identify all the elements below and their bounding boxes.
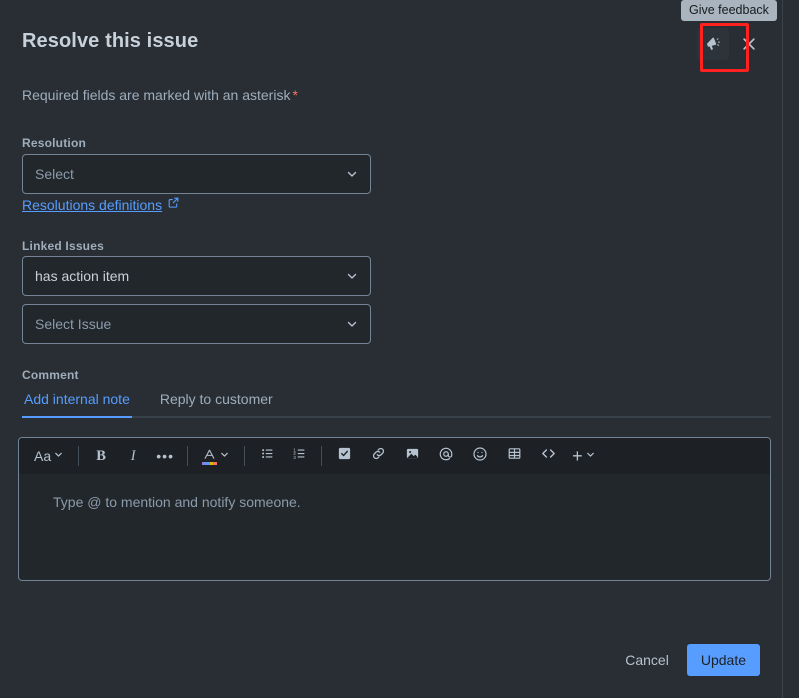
chevron-down-icon <box>345 167 359 181</box>
screen: Resolve this issue Give feedback Require… <box>0 0 799 698</box>
link-type-select-value: has action item <box>35 268 130 284</box>
text-color-button[interactable] <box>197 442 235 470</box>
image-button[interactable] <box>399 442 425 470</box>
numbered-list-icon: 1 2 3 <box>292 446 307 466</box>
give-feedback-tooltip: Give feedback <box>681 0 777 21</box>
table-icon <box>507 446 522 466</box>
cancel-button[interactable]: Cancel <box>613 645 681 675</box>
linked-issues-label: Linked Issues <box>22 239 104 253</box>
text-style-label: Aa <box>34 448 52 464</box>
tab-add-internal-note[interactable]: Add internal note <box>22 391 132 418</box>
give-feedback-button[interactable] <box>697 28 729 60</box>
comment-label: Comment <box>22 368 79 382</box>
editor-toolbar: Aa B I ••• 1 2 3 + <box>19 438 770 474</box>
svg-text:3: 3 <box>293 455 296 460</box>
toolbar-divider <box>187 446 189 466</box>
toolbar-divider <box>78 446 80 466</box>
resolution-select[interactable]: Select <box>22 154 371 194</box>
chevron-down-icon <box>345 269 359 283</box>
bold-button[interactable]: B <box>88 442 114 470</box>
close-icon <box>740 35 758 53</box>
required-fields-note: Required fields are marked with an aster… <box>22 87 298 103</box>
text-color-icon <box>202 448 218 465</box>
required-note-text: Required fields are marked with an aster… <box>22 87 291 103</box>
more-formatting-icon: ••• <box>156 448 174 464</box>
toolbar-divider <box>321 446 323 466</box>
emoji-icon <box>472 446 488 467</box>
italic-button[interactable]: I <box>120 442 146 470</box>
insert-more-button[interactable]: + <box>567 442 601 470</box>
modal-footer: Cancel Update <box>613 644 760 676</box>
comment-editor: Aa B I ••• 1 2 3 + Type @ to mention and… <box>18 437 771 581</box>
code-button[interactable] <box>535 442 561 470</box>
issue-select-value: Select Issue <box>35 316 112 332</box>
megaphone-icon <box>705 36 722 53</box>
required-asterisk: * <box>292 87 298 103</box>
comment-input[interactable]: Type @ to mention and notify someone. <box>19 474 770 530</box>
resolutions-definitions-link[interactable]: Resolutions definitions <box>22 197 162 213</box>
resolution-label: Resolution <box>22 136 86 150</box>
chevron-down-icon <box>53 447 64 465</box>
link-icon <box>371 446 386 466</box>
task-list-button[interactable] <box>331 442 357 470</box>
bullet-list-button[interactable] <box>254 442 280 470</box>
chevron-down-icon <box>585 447 596 465</box>
resolution-select-value: Select <box>35 166 74 182</box>
chevron-down-icon <box>345 317 359 331</box>
comment-placeholder: Type @ to mention and notify someone. <box>53 494 301 510</box>
update-button[interactable]: Update <box>686 644 760 676</box>
resolutions-definitions-row: Resolutions definitions <box>22 196 180 214</box>
mention-icon <box>438 446 454 467</box>
text-style-button[interactable]: Aa <box>29 442 69 470</box>
page-title: Resolve this issue <box>22 30 199 52</box>
comment-tabs: Add internal note Reply to customer <box>22 391 771 418</box>
external-link-icon[interactable] <box>167 196 180 214</box>
insert-more-icon: + <box>572 446 583 466</box>
bullet-list-icon <box>260 446 275 466</box>
toolbar-divider <box>244 446 246 466</box>
image-icon <box>405 446 420 466</box>
link-type-select[interactable]: has action item <box>22 256 371 296</box>
header-actions <box>697 28 765 60</box>
table-button[interactable] <box>501 442 527 470</box>
link-button[interactable] <box>365 442 391 470</box>
tab-reply-to-customer[interactable]: Reply to customer <box>158 391 275 416</box>
numbered-list-button[interactable]: 1 2 3 <box>286 442 312 470</box>
code-icon <box>540 445 557 467</box>
chevron-down-icon <box>219 447 230 465</box>
issue-select[interactable]: Select Issue <box>22 304 371 344</box>
mention-button[interactable] <box>433 442 459 470</box>
resolve-issue-modal: Resolve this issue Give feedback Require… <box>0 0 783 698</box>
close-modal-button[interactable] <box>733 28 765 60</box>
bold-icon: B <box>96 447 106 464</box>
italic-icon: I <box>130 447 136 464</box>
emoji-button[interactable] <box>467 442 493 470</box>
task-list-icon <box>337 446 352 466</box>
more-formatting-button[interactable]: ••• <box>152 442 178 470</box>
